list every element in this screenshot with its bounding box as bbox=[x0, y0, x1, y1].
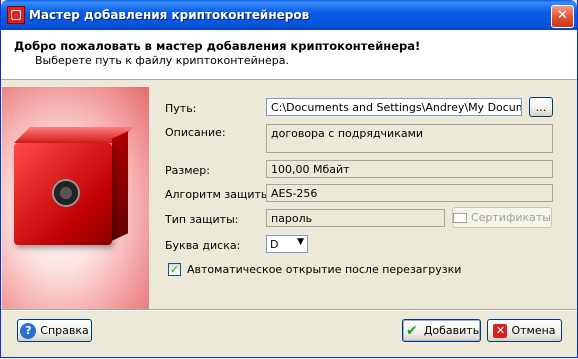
description-label: Описание: bbox=[165, 126, 226, 139]
autoopen-checkbox[interactable]: ✓ bbox=[168, 263, 181, 276]
title-bar[interactable]: Мастер добавления криптоконтейнеров ✕ bbox=[1, 0, 577, 30]
close-button[interactable]: ✕ bbox=[551, 5, 574, 28]
safe-lock-icon bbox=[52, 179, 80, 207]
app-safe-icon bbox=[7, 6, 25, 24]
add-button[interactable]: ✔ Добавить bbox=[402, 319, 481, 342]
browse-button[interactable]: ... bbox=[529, 97, 553, 117]
cancel-label: Отмена bbox=[511, 324, 556, 337]
header-panel: Добро пожаловать в мастер добавления кри… bbox=[1, 30, 577, 80]
help-button[interactable]: ? Справка bbox=[17, 319, 92, 342]
help-label: Справка bbox=[40, 324, 89, 337]
certificates-button[interactable]: Сертификаты bbox=[452, 207, 552, 228]
wizard-window: Мастер добавления криптоконтейнеров ✕ До… bbox=[0, 0, 578, 358]
add-label: Добавить bbox=[423, 324, 480, 337]
path-input[interactable]: C:\Documents and Settings\Andrey\My Docu… bbox=[266, 98, 522, 116]
bottom-separator bbox=[1, 309, 577, 311]
safe-side bbox=[112, 131, 128, 241]
safe-illustration bbox=[2, 87, 149, 309]
size-field: 100,00 Мбайт bbox=[266, 160, 553, 178]
browse-label: ... bbox=[535, 100, 547, 114]
certificates-label: Сертификаты bbox=[470, 211, 551, 224]
drive-select[interactable]: D ▼ bbox=[266, 235, 308, 253]
cancel-icon: ✕ bbox=[493, 323, 508, 338]
header-subtitle: Выберете путь к файлу криптоконтейнера. bbox=[35, 54, 289, 67]
header-title: Добро пожаловать в мастер добавления кри… bbox=[14, 39, 421, 53]
cancel-button[interactable]: ✕ Отмена bbox=[487, 319, 562, 342]
description-field: договора с подрядчиками bbox=[266, 124, 553, 153]
algorithm-label: Алгоритм защиты: bbox=[165, 188, 274, 201]
certificate-icon bbox=[453, 212, 467, 223]
algorithm-field: AES-256 bbox=[266, 184, 553, 202]
path-label: Путь: bbox=[165, 102, 197, 115]
autoopen-label[interactable]: Автоматическое открытие после перезагруз… bbox=[187, 263, 461, 276]
chevron-down-icon: ▼ bbox=[297, 237, 304, 247]
drive-label: Буква диска: bbox=[165, 239, 241, 252]
protection-label: Тип защиты: bbox=[165, 213, 239, 226]
help-icon: ? bbox=[20, 322, 37, 339]
window-title: Мастер добавления криптоконтейнеров bbox=[29, 8, 310, 22]
checkmark-icon: ✔ bbox=[405, 322, 418, 339]
drive-select-value: D bbox=[270, 238, 279, 251]
size-label: Размер: bbox=[165, 164, 210, 177]
protection-field: пароль bbox=[266, 209, 445, 227]
